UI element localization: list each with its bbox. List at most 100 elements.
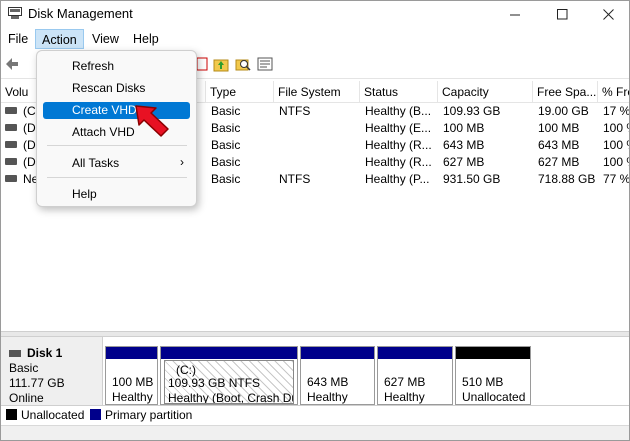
disk-management-window: Disk Management File Action View Help Vo… — [0, 0, 630, 441]
menu-separator — [47, 177, 187, 178]
partition-status: Healthy — [384, 390, 425, 404]
partition-bar — [456, 347, 530, 359]
cell-capacity: 643 MB — [443, 138, 485, 152]
back-icon[interactable] — [4, 56, 20, 72]
submenu-arrow-icon: › — [180, 155, 184, 169]
disk-info[interactable]: Disk 1 Basic 111.77 GB Online — [1, 337, 103, 405]
disk-graphical-view: Disk 1 Basic 111.77 GB Online 100 MB Hea… — [1, 337, 629, 405]
partition-body: 627 MB Healthy — [381, 360, 449, 404]
cell-pct: 77 % — [603, 172, 629, 186]
close-button[interactable] — [585, 1, 629, 27]
menu-item-help[interactable]: Help — [43, 186, 190, 203]
partition-title — [462, 362, 527, 375]
cell-status: Healthy (R... — [365, 138, 432, 152]
partition-status: Healthy — [112, 390, 153, 404]
pointer-arrow-icon — [135, 105, 169, 137]
cell-pct: 100 % — [603, 155, 629, 169]
cell-free: 643 MB — [538, 138, 580, 152]
menu-separator — [47, 145, 187, 146]
menu-view[interactable]: View — [86, 29, 125, 49]
cell-status: Healthy (R... — [365, 155, 432, 169]
partition-bar — [161, 347, 297, 359]
legend-unallocated: Unallocated — [21, 408, 85, 422]
partition-bar — [378, 347, 452, 359]
cell-pct: 100 % — [603, 138, 629, 152]
menu-bar: File Action View Help — [1, 28, 629, 50]
disk-size: 111.77 GB — [9, 376, 65, 390]
partition[interactable]: 627 MB Healthy — [377, 346, 453, 405]
partition-c[interactable]: (C:) 109.93 GB NTFS Healthy (Boot, Crash… — [160, 346, 298, 405]
partition[interactable]: 100 MB Healthy — [105, 346, 158, 405]
partition-bar — [106, 347, 157, 359]
cell-pct: 100 % — [603, 121, 629, 135]
properties-icon[interactable] — [257, 56, 273, 72]
disk-management-icon — [8, 7, 22, 19]
maximize-button[interactable] — [539, 1, 585, 27]
volume-icon — [5, 141, 17, 148]
action-menu: Refresh Rescan Disks Create VHD Attach V… — [36, 50, 197, 207]
partition-status: Unallocated — [462, 390, 526, 404]
cell-type: Basic — [211, 138, 241, 152]
col-free-space[interactable]: Free Spa... — [533, 81, 598, 103]
partition-title — [307, 362, 371, 375]
partition-unallocated[interactable]: 510 MB Unallocated — [455, 346, 531, 405]
col-percent-free[interactable]: % Fre — [598, 81, 629, 103]
disk-icon — [9, 350, 21, 358]
legend: Unallocated Primary partition — [1, 405, 629, 425]
menu-help[interactable]: Help — [127, 29, 165, 49]
col-capacity[interactable]: Capacity — [438, 81, 533, 103]
col-file-system[interactable]: File System — [274, 81, 360, 103]
cell-type: Basic — [211, 155, 241, 169]
partition-size: 510 MB — [462, 375, 504, 389]
partition-status: Healthy (Boot, Crash Du — [168, 391, 294, 404]
cell-capacity: 109.93 GB — [443, 104, 501, 118]
menu-item-all-tasks-label: All Tasks — [72, 156, 120, 170]
maximize-icon — [556, 8, 567, 19]
status-bar — [1, 425, 629, 440]
partition-status: Healthy — [307, 390, 348, 404]
legend-swatch-unallocated — [6, 409, 17, 420]
cell-fs — [275, 119, 359, 136]
cell-fs — [275, 136, 359, 153]
volume-icon — [5, 175, 17, 182]
cell-pct: 17 % — [603, 104, 629, 118]
cell-free: 627 MB — [538, 155, 580, 169]
partition[interactable]: 643 MB Healthy — [300, 346, 375, 405]
menu-item-rescan-disks[interactable]: Rescan Disks — [43, 80, 190, 97]
partition-body: 643 MB Healthy — [304, 360, 371, 404]
minimize-button[interactable] — [492, 1, 538, 27]
cell-free: 100 MB — [538, 121, 580, 135]
disk-type: Basic — [9, 361, 39, 375]
cell-type: Basic — [211, 172, 241, 186]
close-icon — [602, 8, 614, 20]
disk-state: Online — [9, 391, 44, 405]
cell-status: Healthy (B... — [365, 104, 432, 118]
partition-body: 100 MB Healthy — [109, 360, 154, 404]
cell-fs — [275, 153, 359, 170]
col-status[interactable]: Status — [360, 81, 438, 103]
menu-file[interactable]: File — [2, 29, 34, 49]
cell-fs: NTFS — [279, 172, 311, 186]
legend-primary: Primary partition — [105, 408, 193, 422]
minimize-icon — [509, 14, 520, 15]
cell-capacity: 627 MB — [443, 155, 485, 169]
menu-item-all-tasks[interactable]: All Tasks › — [43, 155, 190, 172]
partition-bar — [301, 347, 374, 359]
search-folder-icon[interactable] — [235, 56, 251, 72]
partition-size: 627 MB — [384, 375, 426, 389]
folder-up-icon[interactable] — [213, 56, 229, 72]
disk-name: Disk 1 — [27, 346, 63, 360]
cell-type: Basic — [211, 121, 241, 135]
cell-free: 718.88 GB — [538, 172, 596, 186]
window-title: Disk Management — [28, 6, 133, 21]
menu-action[interactable]: Action — [35, 29, 84, 49]
partition-body: 510 MB Unallocated — [459, 360, 527, 404]
volume-icon — [5, 124, 17, 131]
menu-item-refresh[interactable]: Refresh — [43, 58, 190, 75]
partition-title: (C:) — [176, 363, 196, 377]
cell-status: Healthy (E... — [365, 121, 432, 135]
cell-capacity: 100 MB — [443, 121, 485, 135]
col-type[interactable]: Type — [206, 81, 274, 103]
legend-swatch-primary — [90, 409, 101, 420]
partition-body: (C:) 109.93 GB NTFS Healthy (Boot, Crash… — [164, 360, 294, 404]
